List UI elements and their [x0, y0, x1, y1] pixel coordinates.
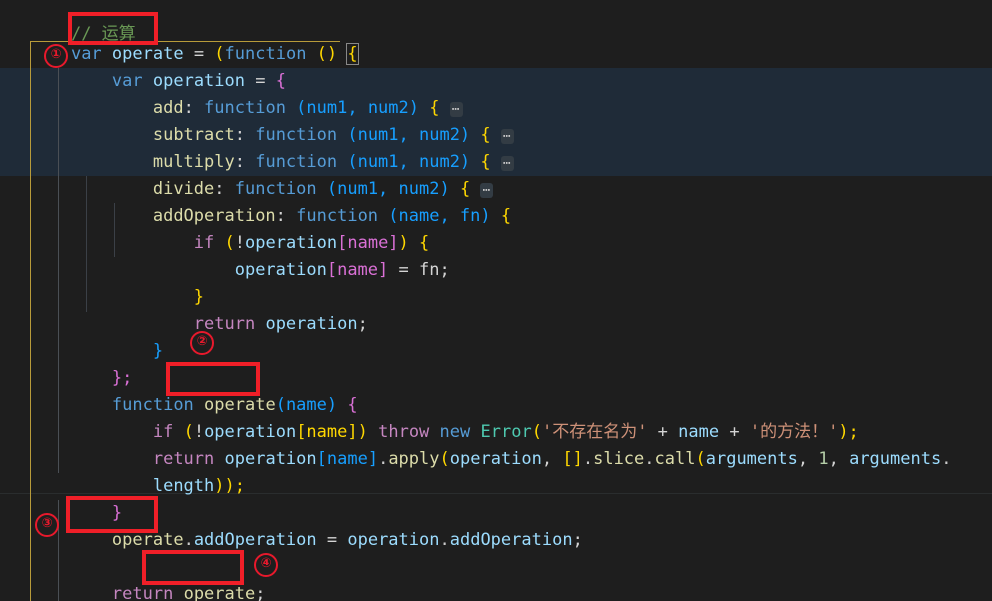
code-line-comment-return[interactable]: // return function (name, num1, num2) { [30, 581, 511, 601]
identifier-length: length [152, 476, 215, 496]
method-apply: apply [388, 449, 440, 469]
identifier-operation: operation [265, 314, 358, 334]
code-line-close-addop[interactable]: } [30, 311, 163, 361]
dot: . [378, 449, 389, 469]
comma: , [797, 449, 819, 469]
operator-assign: = [316, 530, 348, 550]
code-line-addoperation[interactable]: addOperation: function (name, fn) { [30, 176, 511, 226]
code-editor-viewport[interactable]: // 运算 var operate = (function () { var o… [0, 0, 992, 601]
paren-open: ( [695, 449, 706, 469]
property-addoperation: addOperation [449, 530, 573, 550]
comma: , [541, 449, 563, 469]
identifier-operation: operation [449, 449, 542, 469]
array-literal: [] [562, 449, 583, 469]
code-line-assign-fn[interactable]: operation[name] = fn; [30, 230, 450, 280]
semicolon: ; [572, 530, 583, 550]
index-name: [name] [316, 449, 379, 469]
code-line-return-apply[interactable]: return operation[name].apply(operation, … [30, 419, 952, 469]
annotation-marker-4: ④ [254, 553, 278, 577]
identifier-operation: operation [347, 530, 440, 550]
method-call: call [654, 449, 696, 469]
code-line-var-operation[interactable]: var operation = { [30, 41, 286, 91]
code-line-subtract[interactable]: subtract: function (num1, num2) { ⋯ [30, 95, 514, 145]
assign-fn: = fn; [388, 260, 450, 280]
identifier-operation: operation [234, 260, 327, 280]
property-addoperation: addOperation [193, 530, 317, 550]
code-line-var-operate[interactable]: var operate = (function () { [30, 14, 359, 65]
brace-open: { [500, 206, 512, 226]
dot: . [582, 449, 594, 469]
empty-parens: () [306, 44, 348, 64]
code-line-throw-error[interactable]: if (!operation[name]) throw new Error('不… [30, 392, 859, 442]
folded-code-badge[interactable]: ⋯ [500, 156, 514, 171]
brace-close: } [152, 341, 164, 361]
annotation-marker-1: ① [44, 44, 68, 68]
code-line-if-operation[interactable]: if (!operation[name]) { [30, 203, 430, 253]
annotation-marker-2: ② [190, 331, 214, 355]
index-name: [name] [326, 260, 389, 280]
identifier-arguments: arguments [849, 449, 942, 469]
dot: . [183, 530, 194, 550]
code-line-return-operation[interactable]: return operation; [30, 284, 368, 334]
code-line-close-obj[interactable]: }; [30, 338, 132, 388]
code-line-operate-addop[interactable]: operate.addOperation = operation.addOper… [30, 500, 583, 550]
code-line-multiply[interactable]: multiply: function (num1, num2) { ⋯ [30, 122, 514, 172]
code-line-add[interactable]: add: function (num1, num2) { ⋯ [30, 68, 463, 118]
dot: . [644, 449, 655, 469]
code-line-close-if[interactable]: } [30, 257, 204, 307]
identifier-operate: operate [111, 530, 184, 550]
identifier-arguments: arguments [705, 449, 798, 469]
method-slice: slice [593, 449, 645, 469]
dot: . [941, 449, 952, 469]
semicolon: ; [357, 314, 368, 334]
dot: . [439, 530, 450, 550]
code-line-return-operate[interactable]: return operate; [30, 554, 266, 601]
code-line-apply-wrap[interactable]: length)); [30, 446, 245, 496]
code-line-divide[interactable]: divide: function (num1, num2) { ⋯ [30, 149, 494, 199]
code-line-function-operate[interactable]: function operate(name) { [30, 365, 358, 415]
brace-open-matched: { [346, 43, 359, 65]
annotation-marker-3: ③ [35, 513, 59, 537]
number-one: 1 [818, 449, 829, 469]
code-line-close-fn[interactable]: } [30, 473, 122, 523]
wrap-tail: )); [214, 476, 245, 496]
comma: , [828, 449, 850, 469]
paren-open: ( [439, 449, 450, 469]
